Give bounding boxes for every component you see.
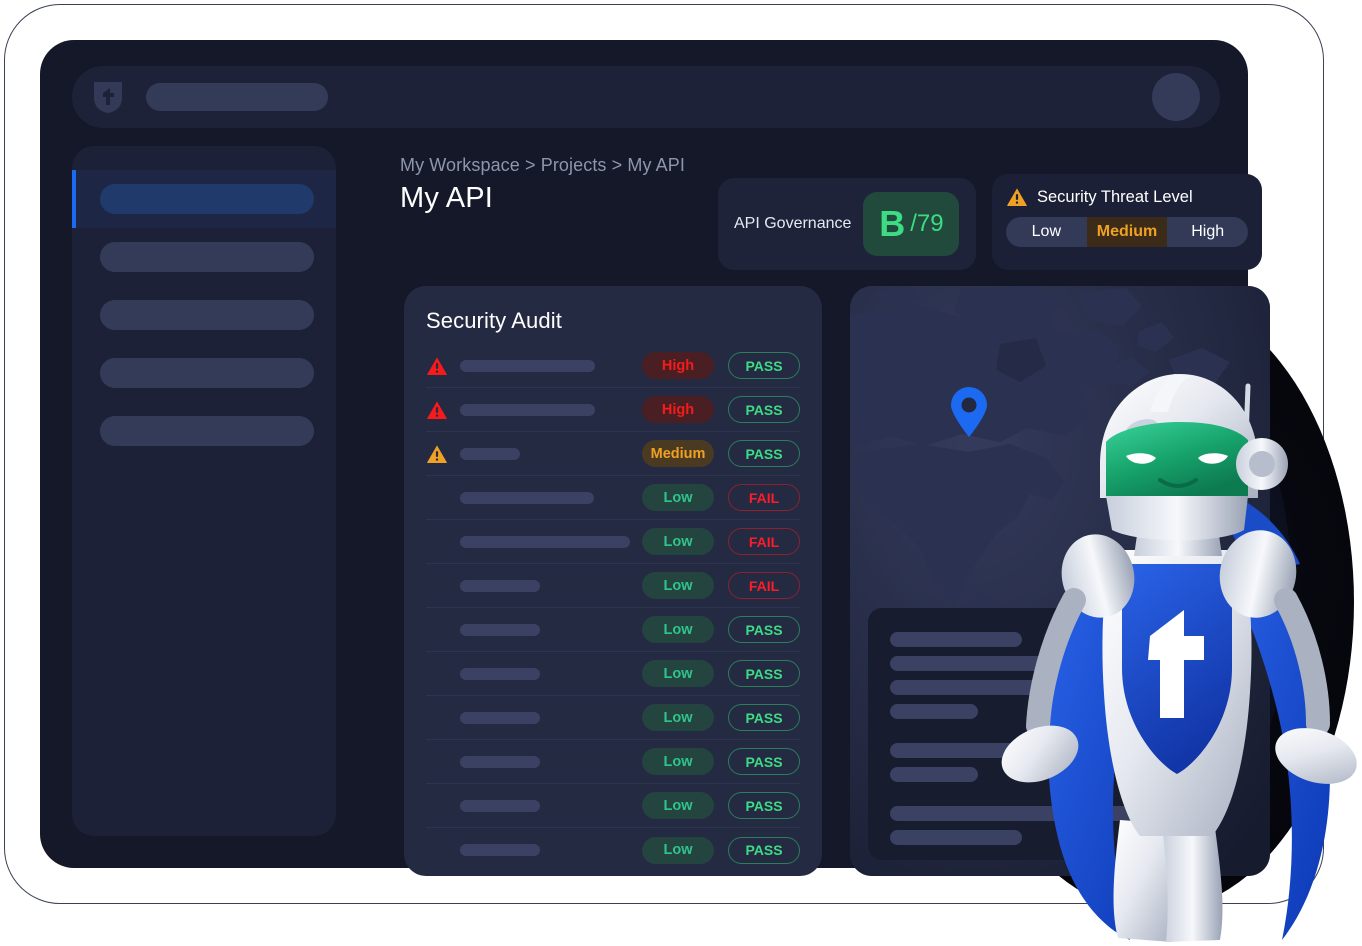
warning-triangle-amber-icon [427,444,447,463]
top-bar [72,66,1220,128]
warning-triangle-red-icon [427,400,447,419]
table-row[interactable]: Low PASS [426,696,800,740]
threat-level-option-low[interactable]: Low [1006,217,1087,247]
row-name-placeholder [460,755,540,768]
status-badge: PASS [728,660,800,687]
security-audit-row-list: High PASS High PASS Medium PASS Low FAIL Low FAIL… [426,344,800,872]
warning-triangle-icon [1007,188,1027,206]
threat-level-option-medium[interactable]: Medium [1086,217,1168,247]
sidebar-item-label-1 [100,242,314,272]
status-badge: PASS [728,396,800,423]
severity-badge: Low [642,528,714,555]
row-name-placeholder [460,667,540,680]
row-name-placeholder [460,711,540,724]
security-audit-title: Security Audit [426,308,562,333]
avatar[interactable] [1152,73,1200,121]
sidebar-item-label-2 [100,300,314,330]
table-row[interactable]: Low FAIL [426,564,800,608]
table-row[interactable]: Low PASS [426,828,800,872]
sidebar-item-label-3 [100,358,314,388]
sidebar-item-label-4 [100,416,314,446]
row-name-placeholder [460,844,540,856]
status-badge: FAIL [728,572,800,599]
severity-badge: Low [642,704,714,731]
warning-triangle-amber-icon [426,444,452,464]
api-governance-label: API Governance [734,215,852,232]
map-location-pin-icon[interactable] [948,386,990,438]
warning-triangle-red-icon [426,356,452,376]
table-row[interactable]: Low PASS [426,740,800,784]
severity-badge: Low [642,484,714,511]
status-badge: PASS [728,792,800,819]
status-badge: PASS [728,748,800,775]
security-threat-level-title: Security Threat Level [1037,187,1193,206]
status-badge: PASS [728,616,800,643]
sidebar-item-1[interactable] [72,228,336,286]
row-name-placeholder [460,359,595,372]
status-badge: PASS [728,352,800,379]
sidebar [72,146,336,836]
status-badge: PASS [728,440,800,467]
status-badge: PASS [728,704,800,731]
table-row[interactable]: Medium PASS [426,432,800,476]
severity-badge: Low [642,660,714,687]
security-threat-level-header: Security Threat Level [1006,187,1248,207]
skeleton-line [890,704,978,719]
security-threat-level-card: Security Threat Level Low Medium High [992,174,1262,270]
search-input[interactable] [146,83,328,111]
row-name-placeholder [460,403,595,416]
traceable-robot-mascot [1001,374,1357,942]
severity-badge: Low [642,616,714,643]
api-governance-grade-badge: B /79 [863,192,960,256]
severity-badge: Low [642,748,714,775]
sidebar-item-0[interactable] [72,170,336,228]
row-name-placeholder [460,579,540,592]
sidebar-item-4[interactable] [72,402,336,460]
table-row[interactable]: High PASS [426,388,800,432]
threat-level-option-high[interactable]: High [1167,217,1248,247]
threat-level-segmented-control: Low Medium High [1006,217,1248,247]
status-badge: FAIL [728,528,800,555]
row-name-placeholder [460,535,630,548]
severity-badge: High [642,396,714,423]
skeleton-line [890,767,978,782]
row-name-placeholder [460,491,594,504]
row-name-placeholder [460,623,540,636]
severity-badge: Medium [642,440,714,467]
row-name-placeholder [460,447,520,460]
table-row[interactable]: High PASS [426,344,800,388]
status-badge: PASS [728,836,800,864]
severity-badge: Low [642,572,714,599]
sidebar-item-2[interactable] [72,286,336,344]
security-audit-panel: Security Audit High PASS High PASS Medium PAS… [404,286,822,876]
warning-triangle-red-icon [426,400,452,420]
severity-badge: Low [642,792,714,819]
severity-badge: Low [642,836,714,864]
warning-triangle-red-icon [427,356,447,375]
api-governance-score: /79 [910,210,944,237]
table-row[interactable]: Low PASS [426,608,800,652]
traceable-shield-logo-icon[interactable] [92,80,124,114]
api-governance-card[interactable]: API Governance B /79 [718,178,976,270]
row-name-placeholder [460,799,540,812]
api-governance-grade-letter: B [879,203,906,244]
sidebar-item-label-0 [100,184,314,214]
table-row[interactable]: Low PASS [426,784,800,828]
screenshot-stage: My Workspace > Projects > My API My API … [0,0,1362,946]
sidebar-item-3[interactable] [72,344,336,402]
severity-badge: High [642,352,714,379]
table-row[interactable]: Low PASS [426,652,800,696]
breadcrumb[interactable]: My Workspace > Projects > My API [400,155,685,176]
status-badge: FAIL [728,484,800,511]
table-row[interactable]: Low FAIL [426,520,800,564]
page-title: My API [400,182,494,214]
content-header: My Workspace > Projects > My API My API … [360,146,1262,270]
table-row[interactable]: Low FAIL [426,476,800,520]
